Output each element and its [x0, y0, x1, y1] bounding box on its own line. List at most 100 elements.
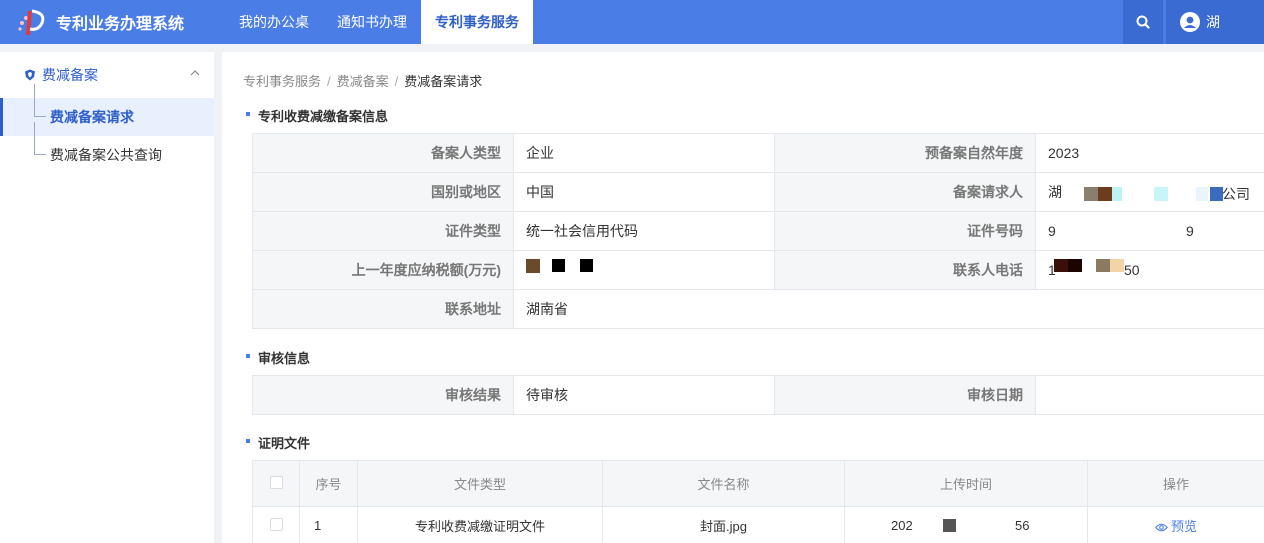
- field-label: 上一年度应纳税额(万元): [252, 250, 514, 290]
- preview-link[interactable]: 预览: [1155, 519, 1197, 534]
- table-row: 1 专利收费减缴证明文件 封面.jpg 202 56 预览: [252, 506, 1264, 543]
- column-header: 操作: [1087, 460, 1264, 507]
- breadcrumb-current: 费减备案请求: [404, 74, 483, 89]
- row-select-cell: [252, 506, 300, 543]
- redaction-block: [1196, 187, 1208, 201]
- upload-time: 202 56: [844, 506, 1088, 543]
- select-all-cell: [252, 460, 300, 507]
- sidebar-item-public-query[interactable]: 费减备案公共查询: [0, 122, 214, 174]
- section-title-review: 审核信息: [245, 348, 310, 367]
- time-prefix: 202: [891, 518, 913, 533]
- documents-table: 序号 文件类型 文件名称 上传时间 操作 1 专利收费减缴证明文件 封面.jpg…: [252, 460, 1264, 543]
- filing-info-table: 备案人类型 企业 预备案自然年度 2023 国别或地区 中国 备案请求人 湖 公…: [252, 133, 1264, 329]
- field-value: 待审核: [513, 375, 775, 415]
- column-header: 文件名称: [602, 460, 845, 507]
- eye-icon: [1155, 523, 1168, 532]
- field-label: 预备案自然年度: [774, 133, 1036, 173]
- field-label: 审核结果: [252, 375, 514, 415]
- patent-logo-icon: [14, 7, 48, 37]
- main-nav: 我的办公桌 通知书办理 专利事务服务: [225, 0, 533, 44]
- nav-patent-services[interactable]: 专利事务服务: [421, 0, 533, 44]
- search-icon: [1136, 15, 1150, 29]
- breadcrumb-item[interactable]: 专利事务服务: [243, 74, 321, 89]
- user-name: 湖: [1206, 14, 1220, 30]
- section-title-filing-info: 专利收费减缴备案信息: [245, 106, 388, 125]
- redaction-block: [1084, 187, 1098, 201]
- value-suffix: 50: [1124, 262, 1140, 278]
- redaction-block: [1096, 259, 1110, 272]
- select-all-checkbox[interactable]: [269, 475, 283, 489]
- redaction-block: [552, 259, 565, 272]
- breadcrumb: 专利事务服务 / 费减备案 / 费减备案请求: [243, 74, 483, 89]
- column-header: 上传时间: [844, 460, 1088, 507]
- field-label: 备案人类型: [252, 133, 514, 173]
- redaction-block: [1112, 187, 1122, 201]
- review-info-table: 审核结果 待审核 审核日期: [252, 375, 1264, 415]
- app-logo[interactable]: 专利业务办理系统: [0, 7, 225, 37]
- table-row: 国别或地区 中国 备案请求人 湖 公司: [252, 172, 1264, 212]
- file-type: 专利收费减缴证明文件: [357, 506, 603, 543]
- breadcrumb-item[interactable]: 费减备案: [337, 74, 389, 89]
- user-avatar-icon: [1180, 12, 1200, 32]
- chevron-up-icon[interactable]: [190, 70, 200, 76]
- value-suffix: 公司: [1222, 186, 1250, 202]
- tree-connector: [34, 122, 46, 155]
- app-title: 专利业务办理系统: [56, 16, 185, 33]
- field-value-redacted: [513, 250, 775, 290]
- field-value-redacted: 9 9: [1035, 211, 1264, 251]
- table-row: 联系地址 湖南省: [252, 289, 1264, 329]
- sidebar-group-fee-reduction[interactable]: 费减备案: [0, 52, 214, 98]
- field-label: 备案请求人: [774, 172, 1036, 212]
- redaction-block: [1054, 259, 1068, 272]
- field-label: 审核日期: [774, 375, 1036, 415]
- nav-my-desk[interactable]: 我的办公桌: [225, 0, 323, 44]
- sidebar: 费减备案 费减备案请求 费减备案公共查询: [0, 52, 214, 543]
- value-prefix: 湖: [1048, 184, 1062, 200]
- action-cell: 预览: [1087, 506, 1264, 543]
- column-header: 文件类型: [357, 460, 603, 507]
- redaction-block: [580, 259, 593, 272]
- table-row: 备案人类型 企业 预备案自然年度 2023: [252, 133, 1264, 173]
- file-name: 封面.jpg: [602, 506, 845, 543]
- row-index: 1: [299, 506, 358, 543]
- section-title-documents: 证明文件: [245, 433, 310, 452]
- redaction-block: [1068, 259, 1082, 272]
- field-value-redacted: 湖 公司: [1035, 172, 1264, 212]
- redaction-block: [943, 519, 956, 532]
- value-suffix: 9: [1186, 223, 1194, 239]
- field-value: 中国: [513, 172, 775, 212]
- sidebar-group-label: 费减备案: [42, 67, 98, 83]
- field-label: 证件类型: [252, 211, 514, 251]
- tree-connector: [34, 84, 46, 117]
- table-row: 上一年度应纳税额(万元) 联系人电话 1 50: [252, 250, 1264, 290]
- value-prefix: 9: [1048, 223, 1056, 239]
- main-content: 专利事务服务 / 费减备案 / 费减备案请求 专利收费减缴备案信息 备案人类型 企业 预…: [222, 52, 1264, 543]
- field-label: 国别或地区: [252, 172, 514, 212]
- field-value: 统一社会信用代码: [513, 211, 775, 251]
- field-label: 联系地址: [252, 289, 514, 329]
- top-header: 专利业务办理系统 我的办公桌 通知书办理 专利事务服务 湖: [0, 0, 1264, 44]
- header-tools: 湖: [1123, 0, 1264, 44]
- table-row: 证件类型 统一社会信用代码 证件号码 9 9: [252, 211, 1264, 251]
- shield-icon: [25, 69, 35, 81]
- table-header-row: 序号 文件类型 文件名称 上传时间 操作: [252, 460, 1264, 507]
- preview-label: 预览: [1170, 519, 1197, 534]
- user-menu[interactable]: 湖: [1166, 0, 1264, 44]
- field-value: 湖南省: [513, 289, 1264, 329]
- field-value-redacted: 1 50: [1035, 250, 1264, 290]
- column-header: 序号: [299, 460, 358, 507]
- row-checkbox[interactable]: [269, 517, 283, 531]
- sidebar-item-label: 费减备案公共查询: [50, 147, 162, 163]
- redaction-block: [1154, 187, 1168, 201]
- field-value: [1035, 375, 1264, 415]
- sidebar-item-label: 费减备案请求: [50, 109, 134, 125]
- field-label: 联系人电话: [774, 250, 1036, 290]
- table-row: 审核结果 待审核 审核日期: [252, 375, 1264, 415]
- sidebar-item-fee-reduction-request[interactable]: 费减备案请求: [0, 84, 214, 136]
- time-suffix: 56: [1015, 518, 1030, 533]
- nav-notices[interactable]: 通知书办理: [323, 0, 421, 44]
- header-search-button[interactable]: [1123, 0, 1163, 44]
- redaction-block: [526, 259, 540, 273]
- field-label: 证件号码: [774, 211, 1036, 251]
- redaction-block: [1110, 259, 1124, 272]
